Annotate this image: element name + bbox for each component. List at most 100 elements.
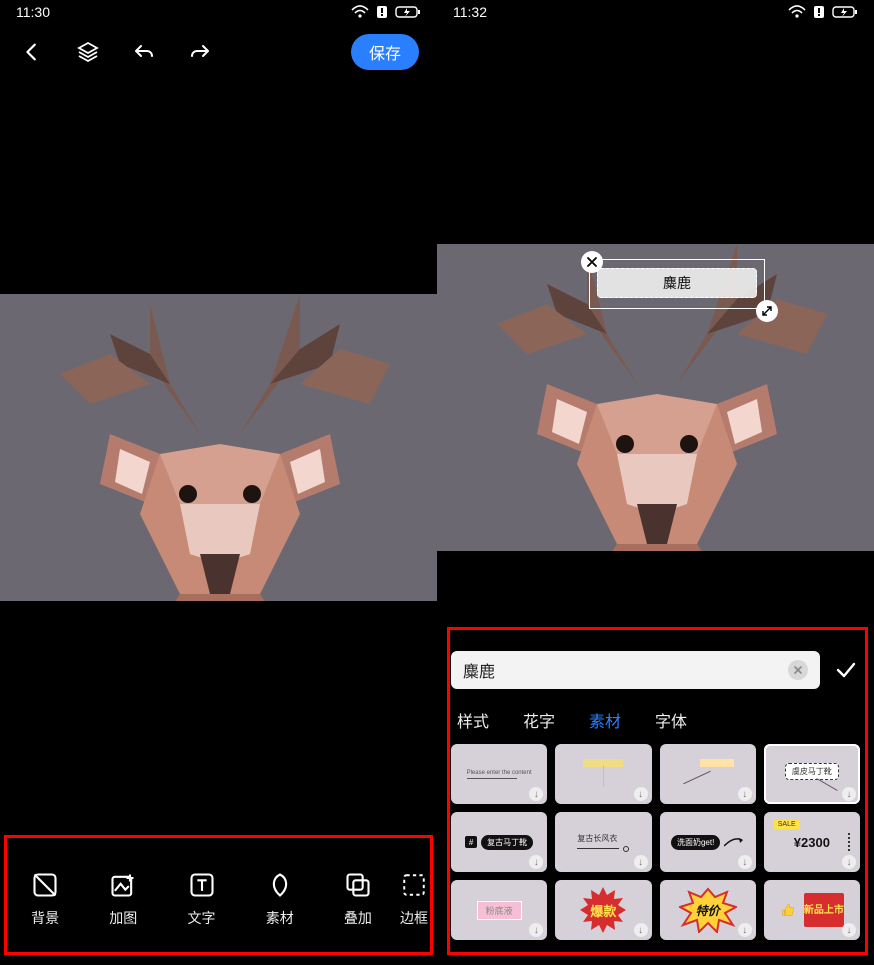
sticker-label: 复古马丁靴 (481, 835, 533, 850)
price-label: ¥2300 (794, 835, 830, 850)
text-panel-tabs: 样式 花字 素材 字体 (457, 700, 854, 740)
download-icon: ↓ (738, 923, 752, 937)
sticker-line-circle[interactable]: 复古长风衣 ↓ (555, 812, 651, 872)
canvas-area[interactable]: 麋鹿 (437, 244, 874, 551)
text-input-clear-button[interactable] (788, 660, 808, 680)
tool-border[interactable]: 边框 (397, 870, 431, 928)
download-icon: ↓ (529, 855, 543, 869)
tool-label: 素材 (266, 908, 294, 928)
close-icon (793, 665, 803, 675)
text-icon (188, 871, 216, 899)
layers-button[interactable] (74, 38, 102, 66)
text-input-value: 麋鹿 (463, 658, 788, 682)
download-icon: ↓ (634, 855, 648, 869)
sticker-label: 新品上市 (804, 893, 844, 927)
sticker-label: 洗面奶get! (671, 835, 720, 850)
leaf-icon (266, 871, 294, 899)
status-bar: 11:30 (0, 0, 437, 24)
sim-alert-icon (375, 5, 389, 19)
sticker-red-burst[interactable]: 爆款 ↓ (555, 880, 651, 940)
left-phone-screen: 11:30 (0, 0, 437, 965)
layers-icon (76, 40, 100, 64)
chevron-left-icon (21, 41, 43, 63)
undo-icon (132, 40, 156, 64)
tool-label: 加图 (109, 908, 137, 928)
text-overlay-content: 麋鹿 (663, 273, 691, 293)
sticker-label: 特价 (696, 902, 720, 919)
download-icon: ↓ (529, 923, 543, 937)
download-icon: ↓ (842, 787, 856, 801)
status-icons (788, 5, 858, 19)
download-icon: ↓ (634, 787, 648, 801)
back-button[interactable] (18, 38, 46, 66)
tool-label: 叠加 (344, 908, 372, 928)
tool-label: 文字 (188, 908, 216, 928)
tool-add-image[interactable]: 加图 (84, 870, 162, 928)
redo-icon (188, 40, 212, 64)
download-icon: ↓ (842, 855, 856, 869)
border-icon (401, 872, 427, 898)
sale-label: SALE (774, 820, 800, 829)
text-input-row: 麋鹿 (451, 650, 860, 690)
tab-font[interactable]: 字体 (655, 708, 687, 732)
status-bar: 11:32 (437, 0, 874, 24)
close-icon (586, 256, 598, 268)
deer-image (0, 294, 437, 601)
sticker-label: 爆款 (590, 901, 616, 920)
status-icons (351, 5, 421, 19)
sticker-black-arrow-pill[interactable]: 洗面奶get! ↓ (660, 812, 756, 872)
arrow-icon (724, 836, 744, 848)
canvas-area[interactable] (0, 294, 437, 601)
sticker-diagonal-callout[interactable]: ↓ (660, 744, 756, 804)
sticker-grid: Please enter the content ↓ ↓ ↓ 虞皮马丁靴 (451, 744, 860, 951)
tool-label: 背景 (31, 908, 59, 928)
download-icon: ↓ (738, 787, 752, 801)
tool-overlay[interactable]: 叠加 (319, 870, 397, 928)
battery-icon (395, 5, 421, 19)
sticker-dashed-label[interactable]: 虞皮马丁靴 ↓ (764, 744, 860, 804)
download-icon: ↓ (842, 923, 856, 937)
tab-material[interactable]: 素材 (589, 708, 621, 732)
overlay-icon (344, 871, 372, 899)
overlay-delete-button[interactable] (581, 251, 603, 273)
sticker-yellow-glow-line[interactable]: ↓ (555, 744, 651, 804)
resize-icon (761, 305, 773, 317)
sticker-label: 复古长风衣 (577, 833, 617, 844)
tool-material[interactable]: 素材 (241, 870, 319, 928)
wifi-icon (788, 5, 806, 19)
status-time: 11:32 (453, 4, 487, 20)
text-input-field[interactable]: 麋鹿 (451, 651, 820, 689)
tab-fancy[interactable]: 花字 (523, 708, 555, 732)
tool-text[interactable]: 文字 (162, 870, 240, 928)
tool-background[interactable]: 背景 (6, 870, 84, 928)
check-icon (834, 658, 858, 682)
sticker-label: 虞皮马丁靴 (785, 763, 839, 780)
download-icon: ↓ (738, 855, 752, 869)
editor-top-toolbar: 保存 (0, 24, 437, 80)
status-time: 11:30 (16, 4, 50, 20)
bottom-tool-row: 背景 加图 文字 素材 叠加 (0, 855, 437, 943)
sticker-label: Please enter the content (467, 770, 532, 776)
sim-alert-icon (812, 5, 826, 19)
wifi-icon (351, 5, 369, 19)
sticker-new-product[interactable]: 新品上市 ↓ (764, 880, 860, 940)
sticker-placeholder-line[interactable]: Please enter the content ↓ (451, 744, 547, 804)
text-confirm-button[interactable] (832, 656, 860, 684)
tool-label: 边框 (400, 908, 428, 928)
save-button[interactable]: 保存 (351, 34, 419, 70)
sticker-pink-label[interactable]: 粉底液 ↓ (451, 880, 547, 940)
sticker-yellow-burst-price[interactable]: 特价 ↓ (660, 880, 756, 940)
tab-style[interactable]: 样式 (457, 708, 489, 732)
right-phone-screen: 11:32 (437, 0, 874, 965)
battery-icon (832, 5, 858, 19)
download-icon: ↓ (634, 923, 648, 937)
sticker-label: 粉底液 (477, 901, 522, 920)
thumbs-up-icon (780, 901, 796, 919)
overlay-resize-handle[interactable] (756, 300, 778, 322)
sticker-black-pill-hashtag[interactable]: # 复古马丁靴 ↓ (451, 812, 547, 872)
redo-button[interactable] (186, 38, 214, 66)
sticker-price-tag[interactable]: SALE ¥2300 ↓ (764, 812, 860, 872)
add-image-icon (109, 871, 137, 899)
text-overlay[interactable]: 麋鹿 (597, 268, 757, 298)
undo-button[interactable] (130, 38, 158, 66)
